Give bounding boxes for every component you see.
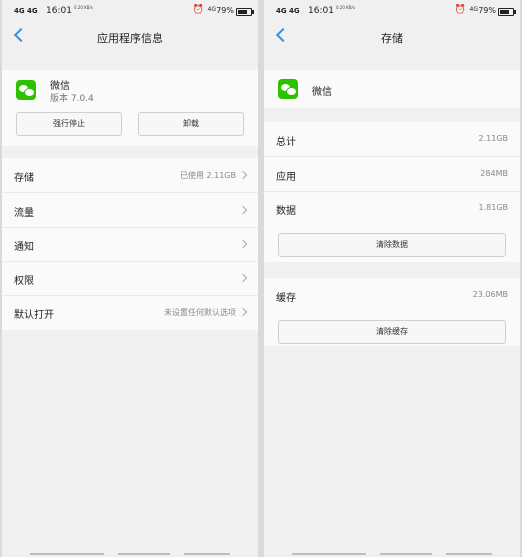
row-permissions[interactable]: 权限	[2, 261, 258, 296]
wechat-icon	[278, 79, 298, 99]
app-name: 微信	[50, 81, 70, 92]
row-storage[interactable]: 存储 已使用 2.11GB	[2, 158, 258, 193]
row-label: 权限	[14, 276, 34, 287]
clock: 16:01	[46, 6, 72, 16]
row-notifications[interactable]: 通知	[2, 227, 258, 262]
signal-indicator: 4G 4G	[276, 7, 300, 15]
wechat-icon	[16, 80, 36, 100]
network-speed: 0.20 KB/s	[74, 5, 93, 10]
storage-screen: 4G 4G 16:01 0.20 KB/s ⏰ 4G 79% 存储 微信 总计 …	[264, 0, 520, 557]
clear-data-button[interactable]: 清除数据	[278, 233, 506, 257]
row-default-open[interactable]: 默认打开 未设置任何默认选项	[2, 295, 258, 329]
row-total: 总计 2.11GB	[264, 122, 520, 157]
uninstall-button[interactable]: 卸载	[138, 112, 244, 136]
status-bar: 4G 4G 16:01 0.20 KB/s ⏰ 4G 79%	[264, 0, 520, 24]
page-title: 存储	[381, 32, 403, 45]
header: 存储	[264, 26, 520, 52]
network-speed: 0.20 KB/s	[336, 5, 355, 10]
row-value: 23.06MB	[472, 290, 508, 299]
page-title: 应用程序信息	[97, 32, 163, 45]
force-stop-button[interactable]: 强行停止	[16, 112, 122, 136]
alarm-icon: ⏰	[192, 5, 204, 15]
row-data: 数据 1.81GB	[264, 191, 520, 225]
nav-bar-right	[184, 553, 230, 555]
app-name: 微信	[312, 87, 332, 98]
row-label: 存储	[14, 173, 34, 184]
alarm-icon: ⏰	[454, 5, 466, 15]
nav-bar-left	[292, 553, 366, 555]
cache-section: 缓存 23.06MB 清除缓存	[264, 278, 520, 346]
chevron-right-icon	[238, 307, 248, 317]
row-value: 284MB	[480, 169, 508, 178]
chevron-right-icon	[238, 205, 248, 215]
battery-icon	[236, 8, 254, 16]
status-bar: 4G 4G 16:01 0.20 KB/s ⏰ 4G 79%	[2, 0, 258, 24]
storage-breakdown: 总计 2.11GB 应用 284MB 数据 1.81GB 清除数据	[264, 122, 520, 262]
row-traffic[interactable]: 流量	[2, 193, 258, 228]
battery-icon	[498, 8, 516, 16]
row-label: 缓存	[276, 293, 296, 304]
row-value: 未设置任何默认选项	[164, 308, 236, 317]
row-label: 通知	[14, 242, 34, 253]
app-card: 微信	[264, 70, 520, 108]
chevron-right-icon	[238, 273, 248, 283]
battery-percent: 79%	[478, 6, 496, 15]
row-cache: 缓存 23.06MB	[264, 278, 520, 312]
network-type: 4G	[469, 6, 478, 13]
nav-bar-center	[118, 553, 170, 555]
battery-percent: 79%	[216, 6, 234, 15]
row-label: 流量	[14, 208, 34, 219]
clear-cache-button[interactable]: 清除缓存	[278, 320, 506, 344]
row-label: 默认打开	[14, 310, 54, 321]
signal-indicator: 4G 4G	[14, 7, 38, 15]
header: 应用程序信息	[2, 26, 258, 52]
row-label: 数据	[276, 206, 296, 217]
row-app: 应用 284MB	[264, 157, 520, 192]
nav-bar-center	[380, 553, 432, 555]
settings-list: 存储 已使用 2.11GB 流量 通知 权限 默认打开 未设置任何默认选项	[2, 158, 258, 330]
row-label: 总计	[276, 137, 296, 148]
row-label: 应用	[276, 172, 296, 183]
app-card: 微信 版本 7.0.4 强行停止 卸载	[2, 70, 258, 146]
clock: 16:01	[308, 6, 334, 16]
app-info-screen: 4G 4G 16:01 0.20 KB/s ⏰ 4G 79% 应用程序信息 微信…	[2, 0, 258, 557]
network-type: 4G	[207, 6, 216, 13]
row-value: 1.81GB	[478, 203, 509, 212]
row-value: 2.11GB	[478, 134, 509, 143]
nav-bar-right	[446, 553, 492, 555]
app-version: 版本 7.0.4	[50, 94, 94, 104]
nav-bar-left	[30, 553, 104, 555]
chevron-right-icon	[238, 170, 248, 180]
row-value: 已使用 2.11GB	[179, 171, 236, 180]
chevron-right-icon	[238, 239, 248, 249]
